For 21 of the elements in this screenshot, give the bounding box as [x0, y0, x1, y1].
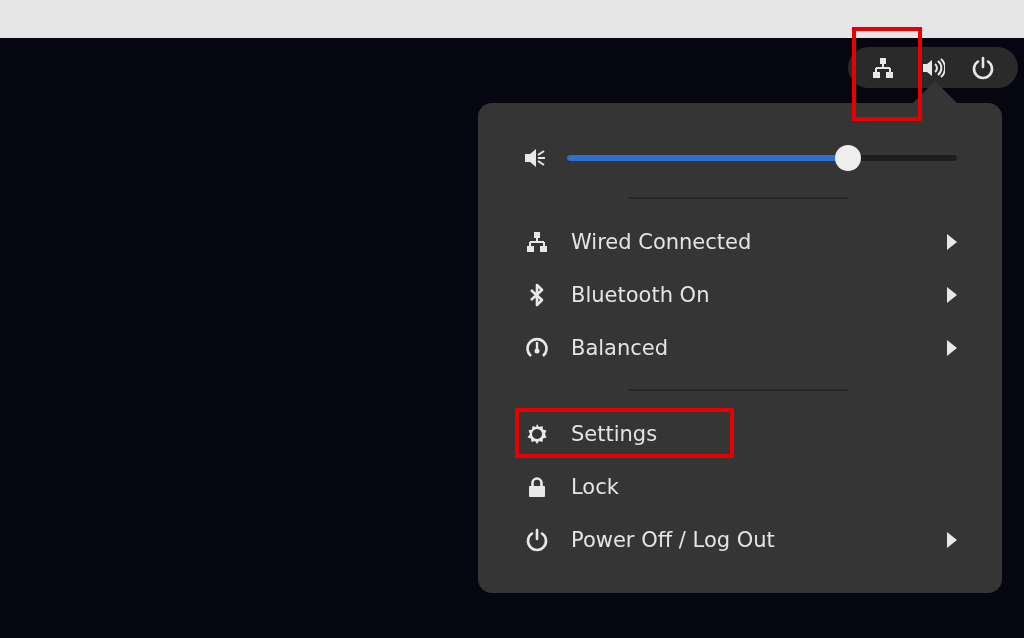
menu-label: Settings [571, 421, 658, 446]
menu-item[interactable]: Bluetooth On [523, 268, 957, 321]
network-icon [871, 55, 895, 80]
speaker-icon [523, 146, 547, 170]
menu-label: Bluetooth On [571, 282, 710, 307]
power-icon [971, 55, 995, 80]
menu-item[interactable]: Lock [523, 460, 957, 513]
slider-handle[interactable] [834, 145, 861, 171]
sound-icon [921, 55, 945, 80]
menu-item[interactable]: Settings [523, 407, 957, 460]
menu-label: Power Off / Log Out [571, 527, 775, 552]
menu-label: Wired Connected [571, 229, 752, 254]
menu-item[interactable]: Balanced [523, 321, 957, 374]
menu-item[interactable]: Wired Connected [523, 215, 957, 268]
volume-slider[interactable] [567, 145, 957, 171]
gauge-icon [525, 335, 549, 360]
network-icon [525, 229, 549, 254]
menu-label: Lock [571, 474, 619, 499]
menu-label: Balanced [571, 335, 669, 360]
menu-item[interactable]: Power Off / Log Out [523, 513, 957, 566]
power-icon [525, 527, 549, 552]
